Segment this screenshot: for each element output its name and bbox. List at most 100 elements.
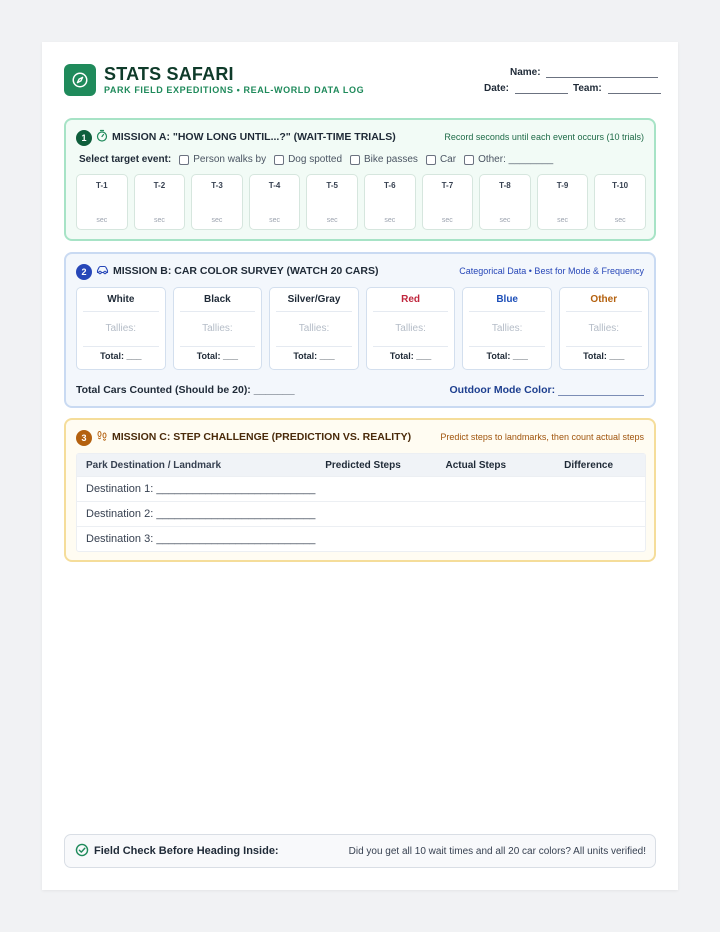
mission-a-panel: 1 MISSION A: "HOW LONG UNTIL...?" (WAIT-… (64, 118, 656, 241)
mission-b-badge: 2 (76, 264, 92, 280)
step-table: Park Destination / Landmark Predicted St… (76, 453, 646, 552)
event-option-label: Person walks by (193, 154, 267, 165)
destination-cell[interactable]: Destination 1: _________________________… (77, 483, 315, 495)
trial-unit: sec (269, 217, 281, 224)
event-option-other[interactable]: Other: ________ (464, 154, 553, 165)
team-line[interactable] (607, 93, 661, 94)
footprints-icon (96, 430, 108, 445)
color-card-black[interactable]: Black Tallies: Total: ___ (172, 287, 263, 370)
field-check-footer: Field Check Before Heading Inside: Did y… (64, 834, 656, 868)
destination-cell[interactable]: Destination 2: _________________________… (77, 508, 315, 520)
event-option-label: Bike passes (364, 154, 418, 165)
destination-label: Destination 1: (86, 483, 154, 495)
trial-box[interactable]: T-3 sec (191, 174, 243, 230)
table-row[interactable]: Destination 3: _________________________… (77, 526, 645, 551)
table-row[interactable]: Destination 1: _________________________… (77, 476, 645, 501)
mission-b-note: Categorical Data • Best for Mode & Frequ… (459, 266, 644, 276)
checkbox[interactable] (350, 154, 361, 165)
total-cars-blank[interactable]: _______ (254, 384, 295, 396)
trial-box[interactable]: T-2 sec (133, 174, 186, 230)
checkbox[interactable] (179, 154, 190, 165)
total-cars-field[interactable]: Total Cars Counted (Should be 20): _____… (76, 384, 295, 396)
event-option-dog[interactable]: Dog spotted (274, 154, 342, 165)
compass-icon (64, 64, 96, 96)
trial-label: T-7 (441, 181, 454, 190)
color-name: White (107, 294, 135, 305)
trial-label: T-1 (96, 181, 108, 190)
car-icon (96, 264, 109, 278)
event-option-car[interactable]: Car (425, 154, 456, 165)
destination-blank[interactable]: __________________________ (156, 533, 315, 545)
total-label: Total: ___ (100, 351, 142, 361)
total-label: Total: ___ (196, 351, 239, 361)
tallies-label: Tallies: (395, 323, 426, 334)
name-line[interactable] (546, 77, 659, 78)
destination-blank[interactable]: __________________________ (156, 483, 315, 495)
trial-label: T-4 (268, 181, 281, 190)
mission-a-badge: 1 (76, 130, 92, 146)
destination-label: Destination 3: (86, 533, 154, 545)
color-tally-cards: White Tallies: Total: ___ Black Tallies:… (76, 287, 649, 370)
event-option-bike[interactable]: Bike passes (350, 154, 418, 165)
field-check-label: Field Check Before Heading Inside: (94, 845, 279, 857)
date-field[interactable]: Date: (484, 83, 568, 94)
trial-unit: sec (153, 217, 165, 224)
mission-c-note: Predict steps to landmarks, then count a… (440, 432, 644, 442)
tallies-label: Tallies: (298, 323, 330, 334)
column-header: Difference (564, 459, 614, 471)
team-label: Team: (573, 83, 602, 94)
trial-label: T-8 (499, 181, 511, 190)
color-card-silver-gray[interactable]: Silver/Gray Tallies: Total: ___ (269, 287, 359, 370)
mission-c-title: MISSION C: STEP CHALLENGE (PREDICTION VS… (112, 431, 412, 443)
check-circle-icon (75, 843, 89, 860)
destination-blank[interactable]: __________________________ (156, 508, 315, 520)
table-row[interactable]: Destination 2: _________________________… (77, 501, 645, 526)
trial-unit: sec (499, 217, 511, 224)
date-line[interactable] (514, 93, 568, 94)
checkbox[interactable] (464, 154, 475, 165)
other-blank[interactable]: ________ (509, 154, 554, 165)
mission-b-title: MISSION B: CAR COLOR SURVEY (WATCH 20 CA… (113, 265, 379, 277)
trial-boxes: T-1 sec T-2 sec T-3 sec T-4 sec T-5 sec T-6 se… (76, 174, 646, 230)
tallies-label: Tallies: (202, 323, 233, 334)
destination-cell[interactable]: Destination 3: _________________________… (77, 533, 315, 545)
column-header: Park Destination / Landmark (86, 459, 222, 471)
page-title: STATS SAFARI (104, 64, 234, 84)
trial-box[interactable]: T-8 sec (479, 174, 531, 230)
trial-label: T-2 (153, 181, 166, 190)
trial-box[interactable]: T-7 sec (421, 174, 474, 230)
mode-color-line[interactable] (558, 395, 644, 396)
team-field[interactable]: Team: (573, 83, 661, 94)
trial-label: T-5 (326, 181, 338, 190)
column-header: Actual Steps (445, 459, 507, 471)
field-check-heading: Field Check Before Heading Inside: (75, 835, 279, 867)
event-selector: Select target event: Person walks by Dog… (79, 154, 561, 165)
trial-box[interactable]: T-4 sec (248, 174, 301, 230)
trial-box[interactable]: T-10 sec (594, 174, 646, 230)
mode-color-field[interactable]: Outdoor Mode Color: (449, 384, 644, 396)
color-card-white[interactable]: White Tallies: Total: ___ (76, 287, 166, 370)
color-card-red[interactable]: Red Tallies: Total: ___ (365, 287, 456, 370)
trial-box[interactable]: T-1 sec (76, 174, 128, 230)
trial-box[interactable]: T-9 sec (536, 174, 589, 230)
trial-label: T-9 (556, 181, 569, 190)
checkbox[interactable] (425, 154, 436, 165)
color-card-blue[interactable]: Blue Tallies: Total: ___ (462, 287, 552, 370)
mission-c-badge: 3 (76, 430, 92, 446)
mode-color-label: Outdoor Mode Color: (449, 384, 556, 396)
total-cars-label: Total Cars Counted (Should be 20): (76, 384, 251, 396)
mission-c-panel: 3 MISSION C: STEP CHALLENGE (PREDICTION … (64, 418, 656, 562)
column-header: Predicted Steps (325, 459, 401, 471)
trial-unit: sec (557, 217, 568, 224)
event-option-label: Dog spotted (288, 154, 343, 165)
step-table-header: Park Destination / Landmark Predicted St… (77, 454, 645, 476)
trial-box[interactable]: T-6 sec (363, 174, 416, 230)
trial-unit: sec (96, 217, 108, 224)
destination-label: Destination 2: (86, 508, 154, 520)
event-option-person[interactable]: Person walks by (179, 154, 266, 165)
color-card-other[interactable]: Other Tallies: Total: ___ (558, 287, 649, 370)
name-field[interactable]: Name: (510, 67, 659, 78)
trial-box[interactable]: T-5 sec (306, 174, 358, 230)
checkbox[interactable] (274, 154, 285, 165)
trial-unit: sec (384, 217, 396, 224)
